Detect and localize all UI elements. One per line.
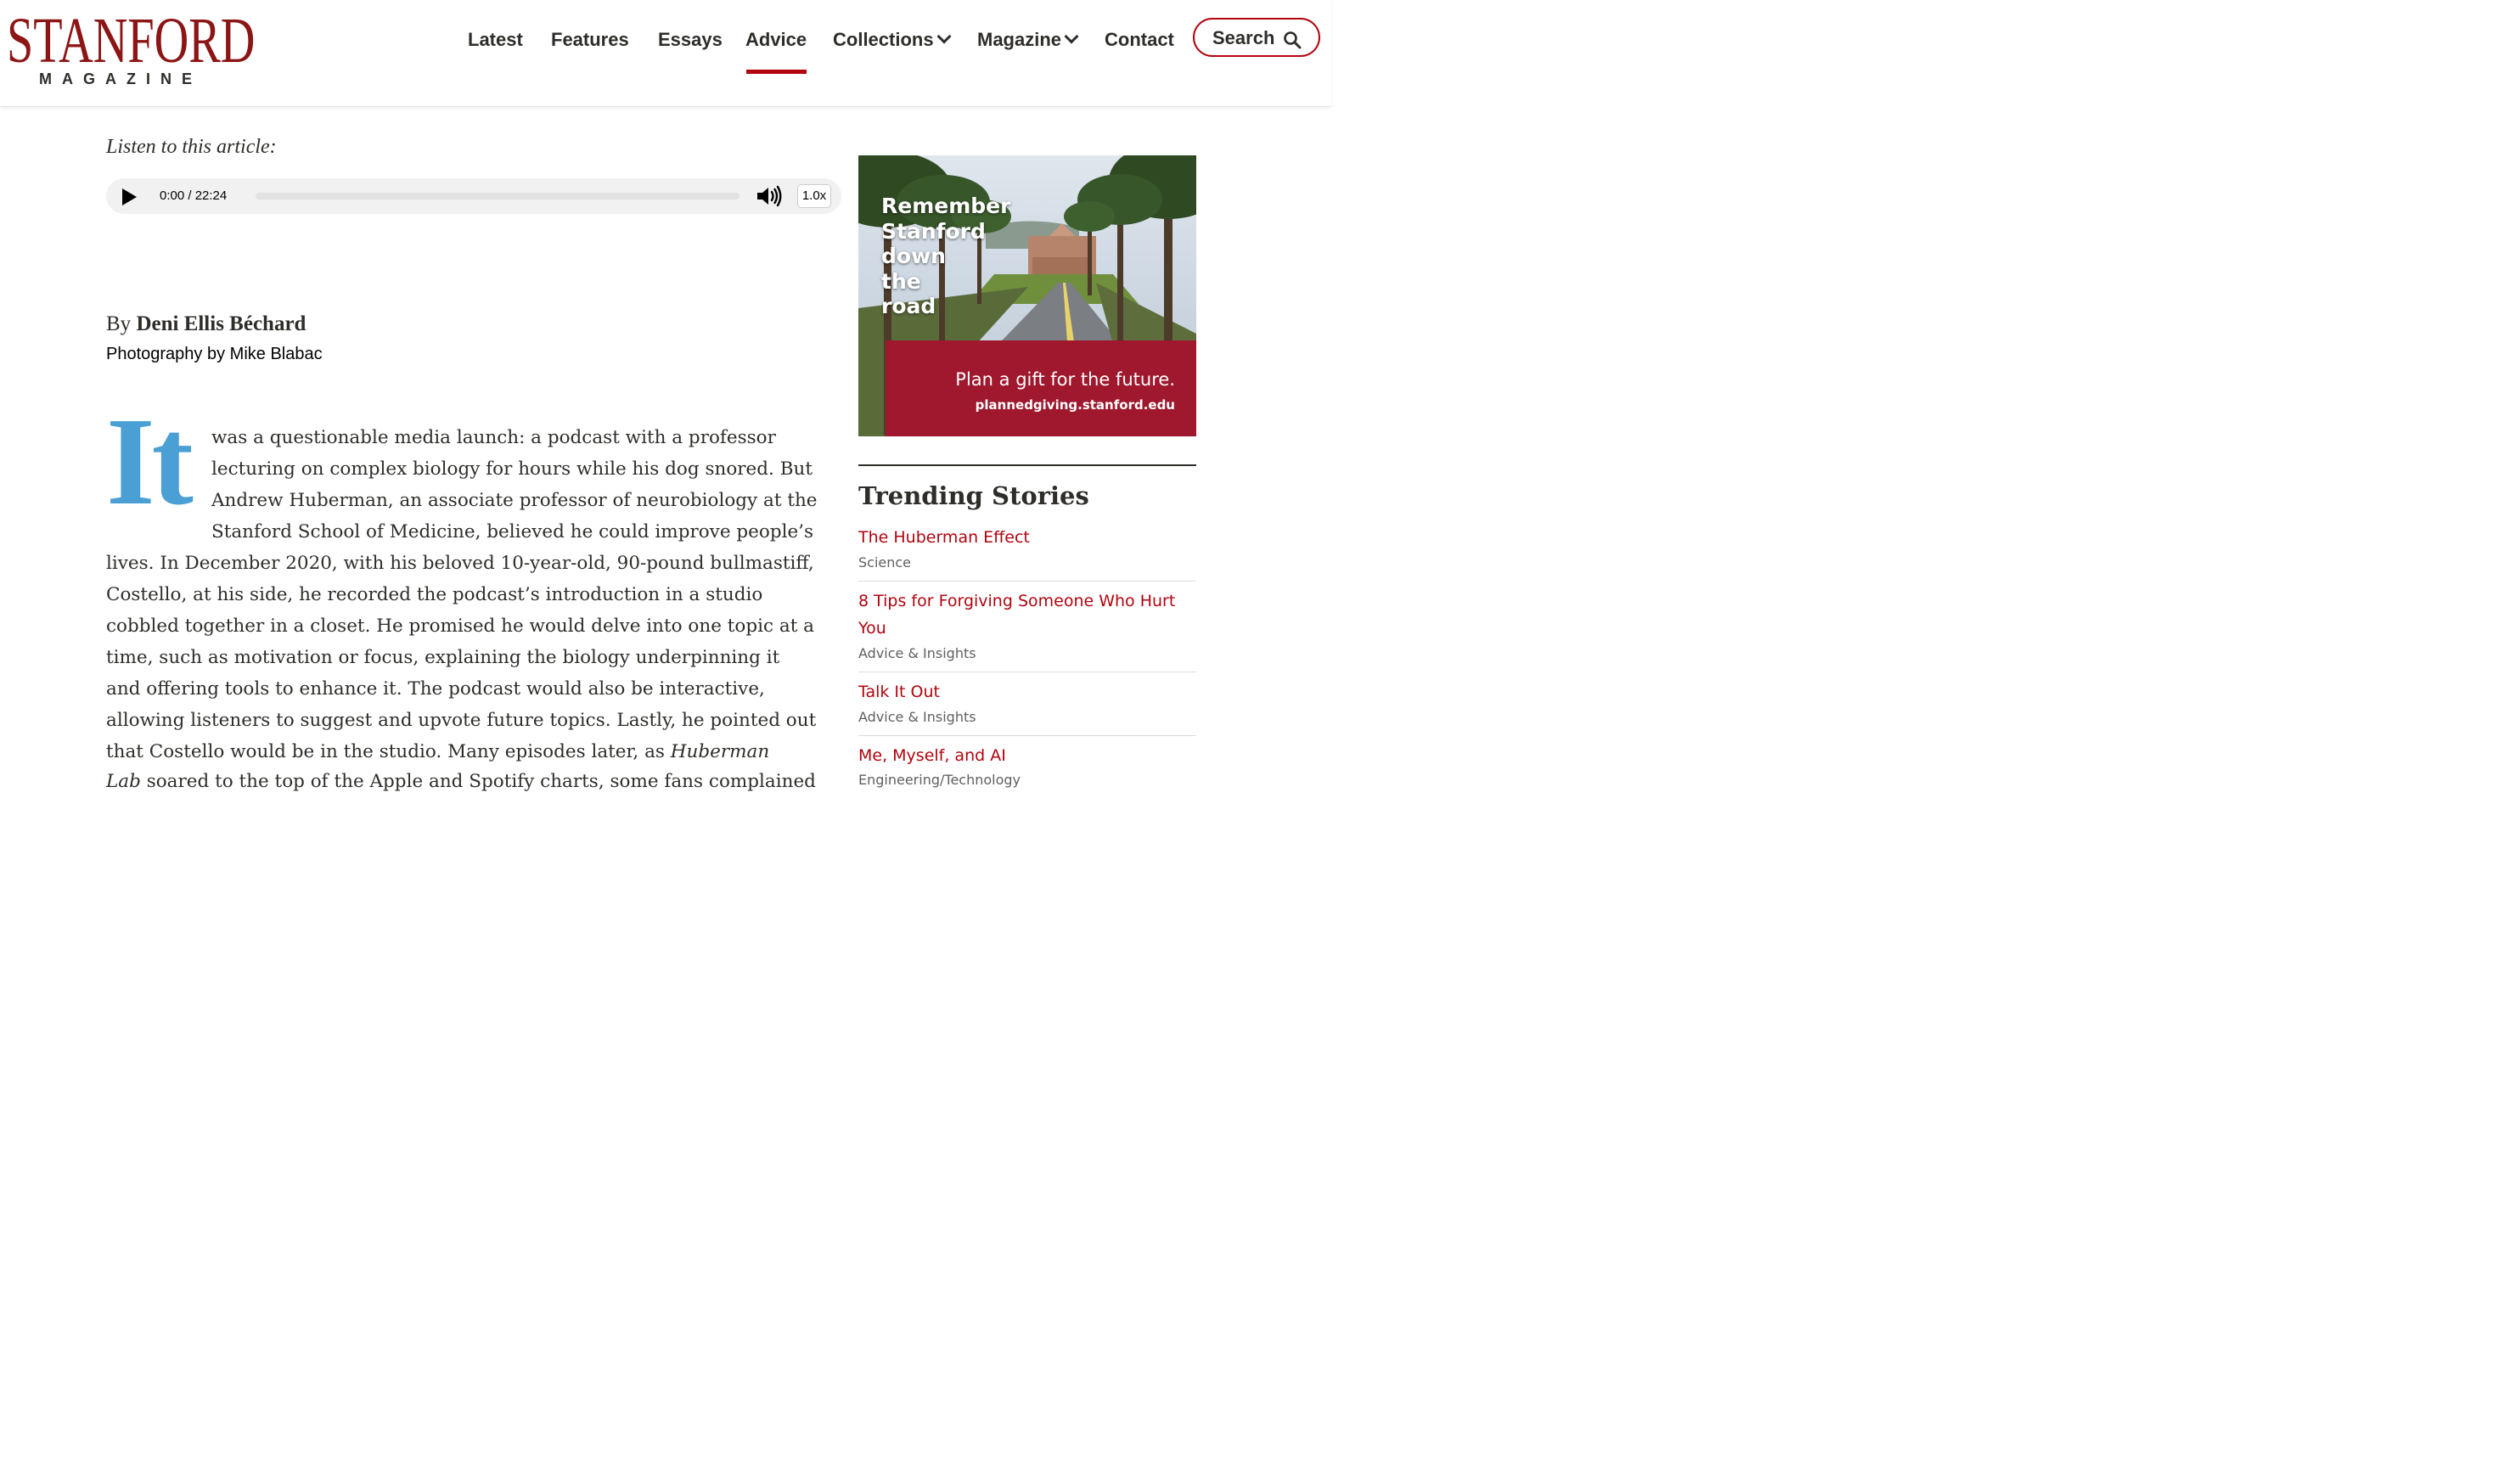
site-header: STANFORD MAGAZINE Latest Features Essays…: [0, 0, 1331, 107]
trending-item-divider: [858, 735, 1196, 736]
article-line: and offering tools to enhance it. The po…: [106, 678, 765, 700]
ad-cta-band: Plan a gift for the future. plannedgivin…: [886, 340, 1196, 436]
article-line: lives. In December 2020, with his belove…: [106, 553, 814, 574]
nav-magazine[interactable]: Magazine: [977, 28, 1079, 52]
logo-subtitle: MAGAZINE: [39, 70, 202, 87]
ad-headline-line: down: [881, 244, 946, 268]
nav-advice[interactable]: Advice: [745, 28, 807, 52]
photo-credit: Photography by Mike Blabac: [106, 345, 323, 363]
nav-magazine-label: Magazine: [977, 29, 1062, 50]
chevron-down-icon: [1064, 29, 1079, 44]
article-line: Andrew Huberman, an associate professor …: [211, 490, 818, 511]
trending-link[interactable]: The Huberman Effect: [858, 524, 1181, 551]
site-logo[interactable]: STANFORD MAGAZINE: [7, 8, 255, 93]
search-icon: [1284, 31, 1302, 49]
trending-category: Advice & Insights: [858, 645, 976, 661]
byline: By Deni Ellis Béchard: [106, 311, 306, 338]
article-line: was a questionable media launch: a podca…: [211, 427, 776, 448]
article-line: Lab soared to the top of the Apple and S…: [106, 770, 816, 794]
article-line-text: soared to the top of the Apple and Spoti…: [146, 771, 816, 792]
chevron-down-icon: [936, 29, 952, 44]
article-line: cobbled together in a closet. He promise…: [106, 616, 814, 637]
article-line: Costello, at his side, he recorded the p…: [106, 584, 763, 605]
search-button-label: Search: [1212, 27, 1275, 48]
nav-active-indicator: [746, 70, 807, 74]
ad-url: plannedgiving.stanford.edu: [975, 397, 1175, 413]
ad-headline-line: road: [881, 294, 936, 318]
article-line-text: that Costello would be in the studio. Ma…: [106, 741, 665, 762]
search-button[interactable]: Search: [1193, 18, 1320, 57]
podcast-title: Huberman: [670, 741, 770, 762]
article-line: Stanford School of Medicine, believed he…: [211, 521, 814, 542]
listen-label: Listen to this article:: [106, 136, 277, 158]
ad-headline-line: Stanford: [881, 218, 986, 244]
trending-category: Science: [858, 554, 912, 571]
nav-essays[interactable]: Essays: [658, 28, 723, 52]
nav-collections[interactable]: Collections: [833, 28, 952, 52]
audio-player: 0:00 / 22:24 1.0x: [106, 178, 841, 214]
logo-wordmark: STANFORD: [7, 5, 256, 76]
ad-headline: Remember Stanford down the road: [881, 194, 1010, 319]
nav-latest[interactable]: Latest: [468, 28, 523, 52]
nav-contact[interactable]: Contact: [1105, 28, 1174, 52]
planned-giving-ad[interactable]: Remember Stanford down the road Plan a g…: [858, 155, 1196, 436]
trending-link[interactable]: 8 Tips for Forgiving Someone Who Hurt Yo…: [858, 587, 1185, 642]
audio-time: 0:00 / 22:24: [160, 188, 228, 203]
trending-category: Advice & Insights: [858, 709, 976, 725]
ad-headline-line: the: [881, 268, 921, 294]
nav-collections-label: Collections: [833, 29, 934, 50]
volume-icon[interactable]: [756, 185, 784, 207]
ad-headline-line: Remember: [881, 194, 1011, 218]
trending-divider: [858, 464, 1196, 466]
article-line: that Costello would be in the studio. Ma…: [106, 740, 769, 764]
ad-cta: Plan a gift for the future.: [955, 369, 1175, 390]
byline-prefix: By: [106, 312, 132, 335]
author-name[interactable]: Deni Ellis Béchard: [136, 312, 306, 335]
article-line: time, such as motivation or focus, expla…: [106, 647, 780, 668]
article-line: allowing listeners to suggest and upvote…: [106, 710, 817, 731]
trending-title: Trending Stories: [858, 481, 1089, 510]
podcast-title: Lab: [106, 771, 141, 792]
article-line: lecturing on complex biology for hours w…: [211, 458, 813, 480]
playback-speed-button[interactable]: 1.0x: [797, 184, 831, 208]
play-icon[interactable]: [121, 188, 138, 206]
trending-link[interactable]: Me, Myself, and AI: [858, 742, 1181, 769]
trending-item-divider: [858, 581, 1196, 582]
trending-link[interactable]: Talk It Out: [858, 678, 1181, 705]
trending-category: Engineering/Technology: [858, 772, 1021, 788]
audio-progress-bar[interactable]: [256, 193, 739, 200]
drop-cap: It: [106, 392, 194, 531]
nav-features[interactable]: Features: [551, 28, 629, 52]
